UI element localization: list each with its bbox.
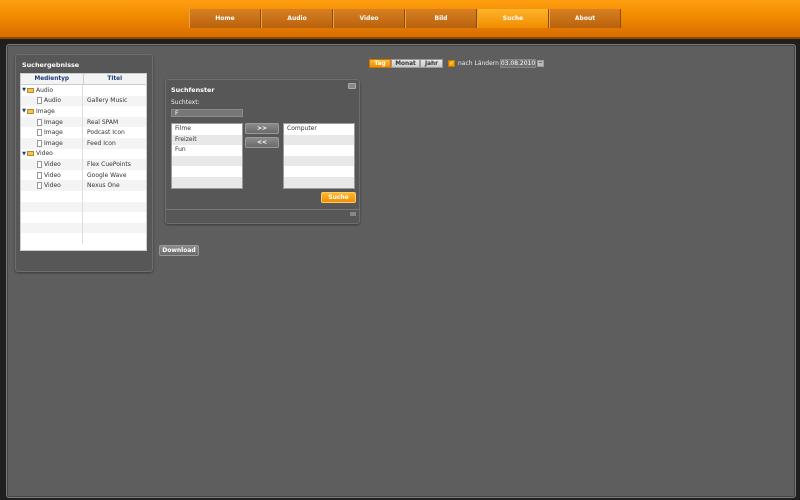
search-input[interactable]: F [171,109,243,117]
table-row[interactable]: Video Nexus One [21,180,146,191]
file-icon [37,182,42,190]
results-title: Suchergebnisse [22,61,80,69]
list-item[interactable]: Filme [172,124,242,135]
table-row-empty [21,190,146,202]
column-header-type[interactable]: Medientyp [21,74,84,84]
list-item-empty [284,176,354,188]
list-item[interactable]: Freizeit [172,134,242,146]
date-range-toggle: Tag Monat Jahr [369,59,443,68]
folder-icon [27,151,34,157]
table-row[interactable]: ▼ Audio [21,85,146,96]
column-header-title[interactable]: Titel [84,74,147,84]
add-category-button[interactable]: >> [245,123,279,134]
table-row[interactable]: ▼ Video [21,148,146,160]
file-icon [37,171,42,179]
list-item-empty [284,166,354,177]
country-label: nach Ländern [458,60,499,67]
nav-bild[interactable]: Bild [405,9,477,28]
divider [166,209,359,210]
selected-categories-list[interactable]: Computer [283,123,355,189]
nav-audio[interactable]: Audio [261,9,333,28]
search-title: Suchfenster [171,86,215,94]
country-checkbox[interactable]: ✓ [448,60,455,67]
table-row-empty [21,201,146,213]
list-item-empty [172,176,242,188]
nav-suche[interactable]: Suche [477,9,549,28]
file-icon [37,139,42,147]
results-table: Medientyp Titel ▼ Audio Audio Gallery Mus… [20,73,147,251]
table-row[interactable]: Video Flex CuePoints [21,159,146,170]
list-item-empty [172,166,242,177]
file-icon [37,97,42,105]
remove-category-button[interactable]: << [245,137,279,148]
file-icon [37,118,42,126]
nav-about[interactable]: About [549,9,621,28]
top-bar: Home Audio Video Bild Suche About [0,0,800,39]
folder-icon [27,87,34,93]
main-nav: Home Audio Video Bild Suche About [189,9,621,28]
date-field[interactable]: 03.08.2010 [500,59,536,68]
close-icon[interactable] [348,83,356,89]
table-row-empty [21,222,146,234]
resize-handle-icon[interactable] [350,212,356,216]
search-text-label: Suchtext: [171,99,200,106]
table-row[interactable]: Image Real SPAM [21,116,146,128]
file-icon [37,160,42,168]
table-row[interactable]: Image Feed Icon [21,137,146,149]
list-item-empty [284,155,354,167]
file-icon [37,129,42,137]
list-item-empty [172,155,242,167]
search-panel: Suchfenster Suchtext: F Filme Freizeit F… [165,79,360,224]
table-header: Medientyp Titel [21,74,146,85]
table-row-empty [21,233,146,244]
search-button[interactable]: Suche [321,192,356,203]
list-item-empty [284,134,354,146]
list-item-empty [284,145,354,156]
table-row[interactable]: Audio Gallery Music [21,95,146,107]
table-row[interactable]: Image Podcast Icon [21,127,146,138]
range-month-button[interactable]: Monat [391,59,420,68]
table-row-empty [21,212,146,223]
range-year-button[interactable]: Jahr [420,59,443,68]
nav-video[interactable]: Video [333,9,405,28]
download-button[interactable]: Download [159,245,199,256]
table-row[interactable]: ▼ Image [21,106,146,117]
table-body: ▼ Audio Audio Gallery Music ▼ Image Image … [21,85,146,244]
nav-home[interactable]: Home [189,9,261,28]
calendar-icon[interactable] [537,60,544,67]
folder-icon [27,108,34,114]
list-item[interactable]: Computer [284,124,354,135]
table-row[interactable]: Video Google Wave [21,169,146,181]
range-day-button[interactable]: Tag [369,59,391,68]
list-item[interactable]: Fun [172,145,242,156]
available-categories-list[interactable]: Filme Freizeit Fun [171,123,243,189]
